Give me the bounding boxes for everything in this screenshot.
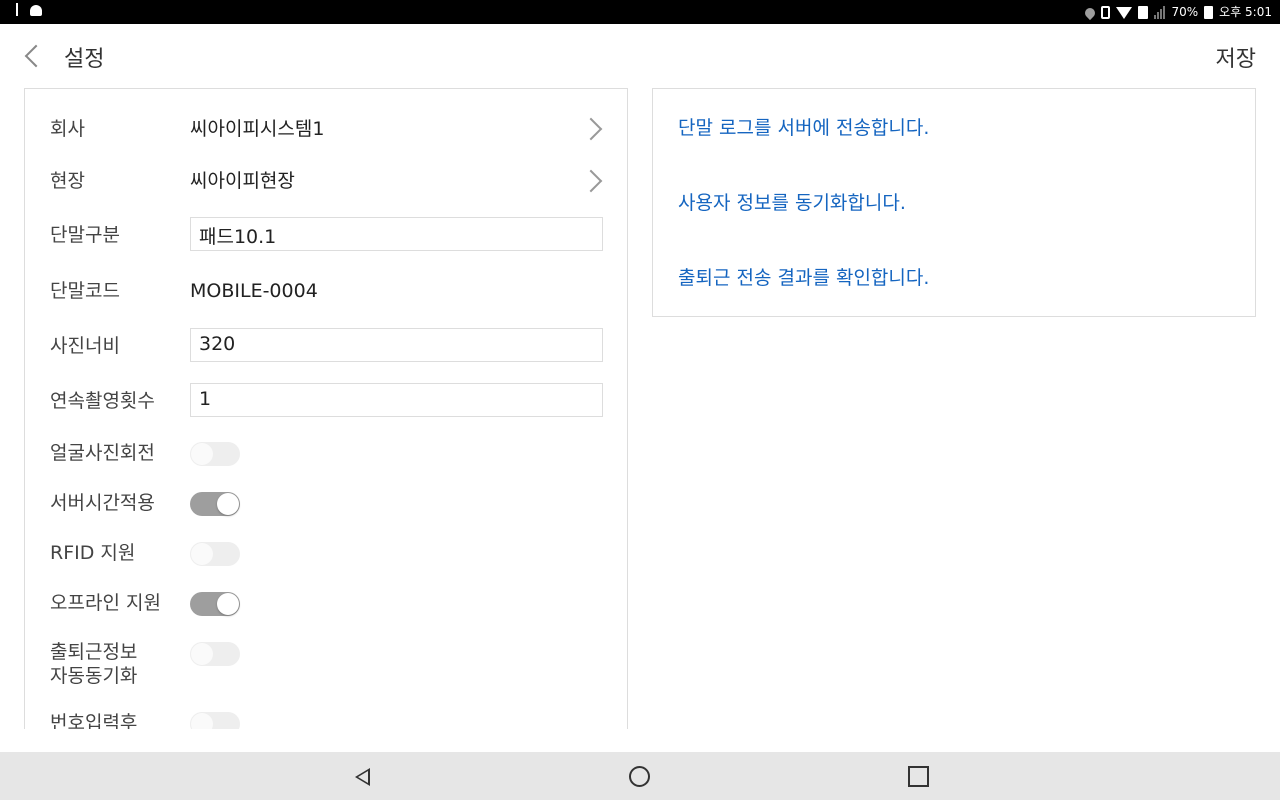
device-code-value: MOBILE-0004 <box>190 280 318 302</box>
switch-knob <box>191 713 213 729</box>
site-row[interactable]: 현장 씨아이피현장 <box>25 169 627 193</box>
status-bar: 70% 오후 5:01 <box>0 0 1280 24</box>
device-code-row: 단말코드 MOBILE-0004 <box>25 279 627 303</box>
toggle-row: 출퇴근정보 자동동기화 <box>25 640 627 690</box>
burst-count-field[interactable]: 1 <box>190 383 603 417</box>
site-value: 씨아이피현장 <box>190 170 295 192</box>
toggle-label: 얼굴사진회전 <box>50 442 155 464</box>
auto-sync-switch[interactable] <box>190 642 240 666</box>
navigation-bar <box>0 752 1280 800</box>
wifi-icon <box>1116 6 1133 19</box>
back-triangle-icon[interactable] <box>351 766 371 786</box>
actions-panel: 단말 로그를 서버에 전송합니다. 사용자 정보를 동기화합니다. 출퇴근 전송… <box>652 88 1256 317</box>
burst-count-row: 연속촬영횟수 1 <box>25 383 627 419</box>
company-label: 회사 <box>50 118 85 140</box>
location-icon <box>1083 5 1098 20</box>
status-bar-left <box>10 3 42 16</box>
usb-icon <box>16 3 18 16</box>
android-debug-icon <box>30 5 42 16</box>
toggle-label-line2: 자동동기화 <box>50 665 138 687</box>
device-code-label: 단말코드 <box>50 280 120 302</box>
toggle-row: 얼굴사진회전 <box>25 441 627 467</box>
toggle-row: RFID 지원 <box>25 541 627 567</box>
send-log-link[interactable]: 단말 로그를 서버에 전송합니다. <box>678 116 929 140</box>
battery-percent: 70% <box>1171 5 1199 19</box>
photo-width-row: 사진너비 320 <box>25 328 627 364</box>
toggle-label: 서버시간적용 <box>50 492 155 514</box>
chevron-right-icon[interactable] <box>579 117 603 141</box>
device-type-label: 단말구분 <box>50 224 120 246</box>
settings-panel: 회사 씨아이피시스템1 현장 씨아이피현장 단말구분 패드10.1 단말코드 M… <box>24 88 628 729</box>
toggle-label-line1: 출퇴근정보 <box>50 641 138 663</box>
home-circle-icon[interactable] <box>629 766 650 787</box>
toggle-row: 오프라인 지원 <box>25 591 627 617</box>
recents-square-icon[interactable] <box>908 766 929 787</box>
chevron-right-icon[interactable] <box>579 169 603 193</box>
switch-knob <box>217 493 239 515</box>
offline-switch[interactable] <box>190 592 240 616</box>
photo-width-label: 사진너비 <box>50 335 120 357</box>
sync-users-link[interactable]: 사용자 정보를 동기화합니다. <box>678 191 906 215</box>
vibrate-icon <box>1101 5 1111 19</box>
sim-icon <box>1138 5 1149 19</box>
toggle-label: 오프라인 지원 <box>50 592 161 614</box>
photo-width-field[interactable]: 320 <box>190 328 603 362</box>
toggle-label: 번호입력후 <box>50 712 138 729</box>
app-bar: 설정 저장 <box>0 24 1280 88</box>
burst-count-label: 연속촬영횟수 <box>50 390 155 412</box>
toggle-row: 번호입력후 <box>25 711 627 729</box>
check-attendance-link[interactable]: 출퇴근 전송 결과를 확인합니다. <box>678 266 929 290</box>
signal-icon <box>1154 5 1166 19</box>
status-bar-right: 70% 오후 5:01 <box>1083 3 1272 21</box>
switch-knob <box>191 443 213 465</box>
page-title: 설정 <box>64 47 105 72</box>
battery-icon <box>1204 5 1214 19</box>
after-number-input-switch[interactable] <box>190 712 240 729</box>
toggle-label: RFID 지원 <box>50 542 136 564</box>
device-type-field[interactable]: 패드10.1 <box>190 217 603 251</box>
face-photo-rotate-switch[interactable] <box>190 442 240 466</box>
chevron-left-icon[interactable] <box>22 44 44 70</box>
rfid-switch[interactable] <box>190 542 240 566</box>
switch-knob <box>191 543 213 565</box>
server-time-switch[interactable] <box>190 492 240 516</box>
toggle-row: 서버시간적용 <box>25 491 627 517</box>
site-label: 현장 <box>50 170 85 192</box>
company-row[interactable]: 회사 씨아이피시스템1 <box>25 117 627 141</box>
switch-knob <box>217 593 239 615</box>
status-time: 오후 5:01 <box>1219 5 1272 19</box>
save-button[interactable]: 저장 <box>1216 41 1256 73</box>
company-value: 씨아이피시스템1 <box>190 118 325 140</box>
device-type-row: 단말구분 패드10.1 <box>25 217 627 253</box>
switch-knob <box>191 643 213 665</box>
